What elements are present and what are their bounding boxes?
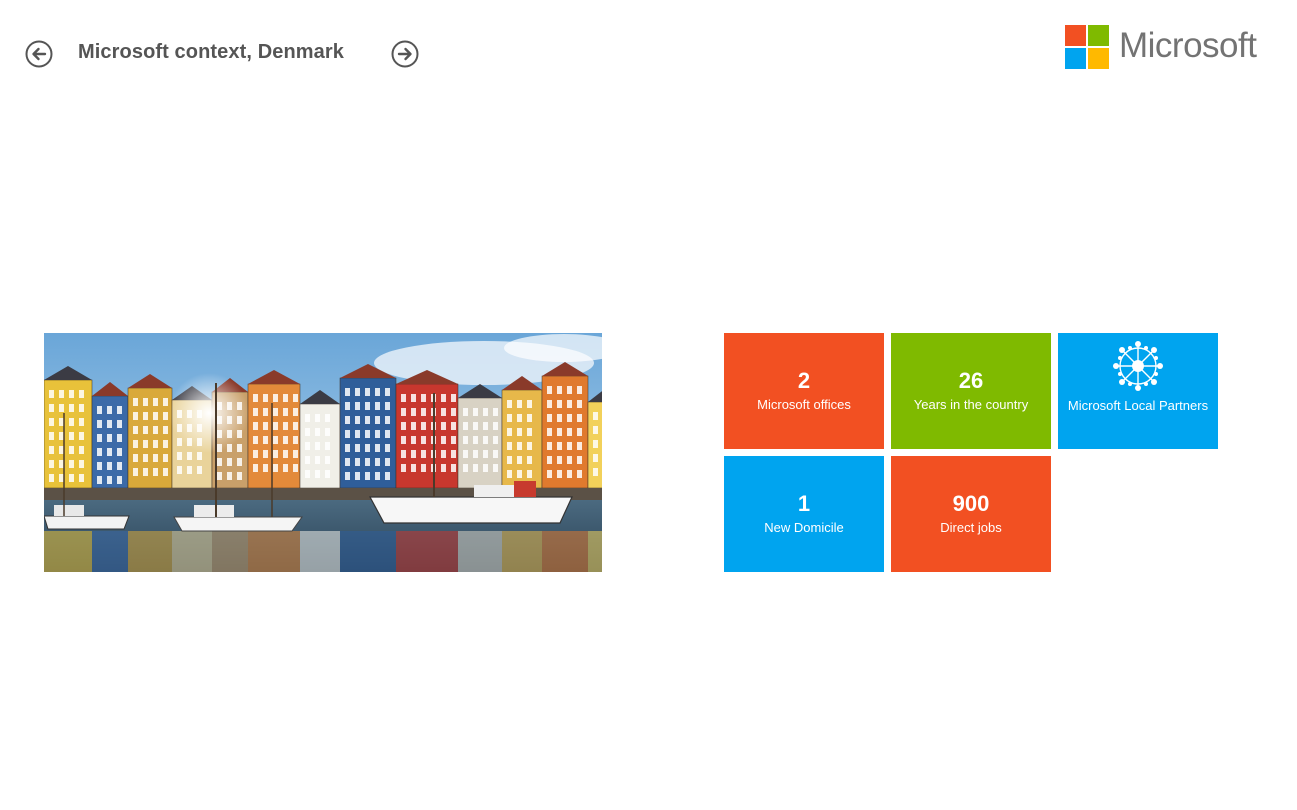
tile-number: 2 — [797, 368, 811, 393]
tile-label: Microsoft Local Partners — [1067, 398, 1209, 413]
tile-label: Microsoft offices — [757, 397, 851, 412]
tile-number: 26 — [958, 368, 984, 393]
network-hub-icon — [1111, 339, 1165, 393]
arrow-right-circle-icon — [391, 40, 419, 68]
tile-local-partners[interactable]: Microsoft Local Partners — [1058, 333, 1218, 449]
brand-name: Microsoft — [1119, 26, 1257, 65]
tile-label: Years in the country — [913, 397, 1029, 412]
tile-microsoft-offices[interactable]: 2 Microsoft offices — [724, 333, 884, 449]
forward-button[interactable] — [391, 40, 419, 68]
microsoft-logo-icon — [1065, 25, 1109, 69]
tile-label: Direct jobs — [940, 520, 1002, 535]
arrow-left-circle-icon — [25, 40, 53, 68]
back-button[interactable] — [25, 40, 53, 68]
tile-years-in-country[interactable]: 26 Years in the country — [891, 333, 1051, 449]
tile-number: 1 — [797, 491, 811, 516]
tile-direct-jobs[interactable]: 900 Direct jobs — [891, 456, 1051, 572]
tile-label: New Domicile — [764, 520, 844, 535]
nyhavn-harbor-photo — [44, 333, 602, 572]
tile-new-domicile[interactable]: 1 New Domicile — [724, 456, 884, 572]
page-title: Microsoft context, Denmark — [78, 41, 344, 63]
page: Microsoft context, Denmark Microsoft 2 M… — [0, 0, 1297, 810]
tile-number: 900 — [952, 491, 990, 516]
